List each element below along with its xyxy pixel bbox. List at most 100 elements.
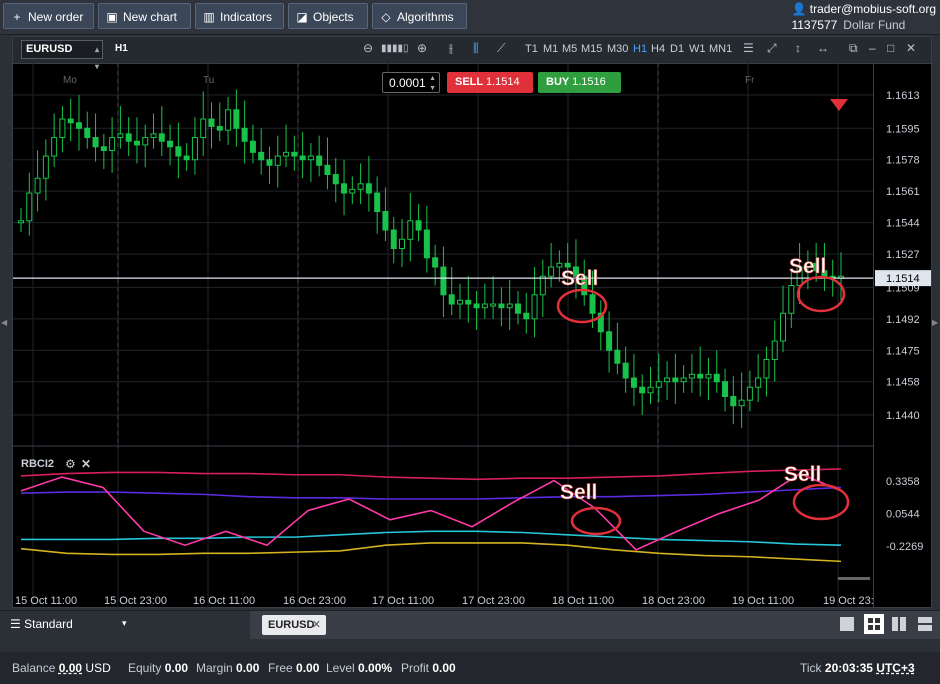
candle [92, 137, 99, 148]
layout-single-icon[interactable] [840, 617, 854, 631]
price-tick-label: 1.1595 [886, 123, 920, 135]
candle [506, 303, 513, 309]
zoom-out-icon[interactable]: ⊖ [363, 41, 373, 55]
close-tab-icon[interactable]: ✕ [312, 615, 321, 635]
left-collapse-icon[interactable]: ◀ [1, 318, 7, 327]
account-email: trader@mobius-soft.org [809, 2, 936, 16]
candle [730, 396, 737, 407]
chart-plot[interactable]: Mo Tu Fr RBCI2 ⚙ ✕ Sell Sell Sell Sell 15 Oct 11:0… [13, 63, 886, 608]
minimize-icon[interactable]: – [869, 41, 876, 55]
zoom-in-icon[interactable]: ⊕ [417, 41, 427, 55]
time-axis-label: 16 Oct 11:00 [193, 595, 255, 607]
time-axis-label: 17 Oct 23:00 [462, 595, 525, 607]
plus-icon: + [13, 10, 21, 24]
tf-d1[interactable]: D1 [670, 43, 684, 55]
tf-t1[interactable]: T1 [525, 43, 538, 55]
candle [614, 349, 621, 364]
tf-m15[interactable]: M15 [581, 43, 602, 55]
tf-h1[interactable]: H1 [633, 43, 647, 55]
candle [241, 127, 248, 142]
candle [59, 118, 66, 139]
line-chart-icon[interactable]: ⟋ [497, 41, 505, 56]
tf-mn1[interactable]: MN1 [709, 43, 732, 55]
candle [332, 174, 339, 185]
maximize-icon[interactable]: □ [887, 41, 894, 55]
right-collapse-icon[interactable]: ▶ [932, 318, 938, 327]
account-info[interactable]: 👤 trader@mobius-soft.org 1137577 Dollar F… [791, 2, 936, 32]
workspace-select[interactable]: ☰ Standard ▾ [10, 617, 127, 631]
time-axis-label: 16 Oct 23:00 [283, 595, 346, 607]
candle [390, 229, 397, 250]
sell-button[interactable]: SELL 1.1514 [447, 72, 533, 93]
candle [316, 155, 323, 166]
symbol-select[interactable]: EURUSD ▴ ▾ [21, 40, 103, 71]
candle [771, 340, 778, 361]
price-tick-label: 1.1578 [886, 155, 920, 167]
candle [672, 377, 679, 383]
fit-icon[interactable]: ⤢ [767, 41, 777, 56]
candle [274, 155, 281, 166]
layout-rows-icon[interactable] [918, 617, 932, 631]
candle [432, 257, 439, 268]
price-tick-label: 1.1613 [886, 90, 920, 102]
tf-m5[interactable]: M5 [562, 43, 577, 55]
candle [349, 188, 356, 194]
candle [465, 299, 472, 305]
price-tick-label: 1.1527 [886, 249, 920, 261]
vertical-scale-icon[interactable]: ↕ [795, 41, 801, 55]
scroll-handle [838, 577, 870, 580]
candle [365, 183, 372, 194]
account-id: 1137577 [791, 18, 838, 32]
objects-button[interactable]: ◪ Objects [288, 3, 368, 29]
candle [382, 211, 389, 231]
candle [42, 155, 49, 179]
layout-grid-icon[interactable] [864, 614, 884, 634]
chart-toolbar: EURUSD ▴ ▾ H1 ⊖ ▮▮▮▮▯ ⊕ ⫲ ⫼ ⟋ T1 M1 M5 M15… [13, 37, 931, 71]
time-axis-label: 17 Oct 11:00 [372, 595, 434, 607]
bars-icon: ▥ [203, 10, 215, 24]
price-axis[interactable]: 1.1613 1.1595 1.1578 1.1561 1.1544 1.1527 1.15… [873, 63, 932, 608]
layout-columns-icon[interactable] [892, 617, 906, 631]
close-icon[interactable]: ✕ [906, 41, 916, 55]
candle [705, 373, 712, 379]
candle [514, 303, 521, 314]
price-tick-label: 1.1561 [886, 186, 920, 198]
algorithms-button[interactable]: ◇ Algorithms [372, 3, 467, 29]
tf-h4[interactable]: H4 [651, 43, 665, 55]
lot-input[interactable]: 0.0001 ▲ ▼ [382, 72, 440, 93]
new-chart-button[interactable]: ▣ New chart [98, 3, 191, 29]
candle [216, 125, 223, 131]
tf-m30[interactable]: M30 [607, 43, 628, 55]
candle [531, 294, 538, 320]
close-indicator-icon: ✕ [81, 457, 91, 471]
free-margin: Free 0.00 [268, 661, 320, 675]
zoom-slider[interactable]: ▮▮▮▮▯ [381, 43, 409, 54]
candle [84, 127, 91, 139]
candle [142, 137, 149, 146]
chart-icon: ▣ [106, 10, 118, 24]
horizontal-scale-icon[interactable]: ↔ [817, 41, 829, 55]
chevron-down-icon: ▾ [122, 618, 127, 628]
candle [746, 386, 753, 401]
indicator-name: RBCI2 [21, 458, 54, 470]
candle-chart-icon[interactable]: ⫼ [473, 41, 479, 56]
tf-m1[interactable]: M1 [543, 43, 558, 55]
indicator-band-bottom [20, 542, 842, 563]
indicator-band-mid [20, 486, 842, 500]
candle [208, 118, 215, 127]
buy-button[interactable]: BUY 1.1516 [538, 72, 621, 93]
new-order-button[interactable]: + New order [3, 3, 94, 29]
bar-chart-icon[interactable]: ⫲ [449, 41, 453, 56]
tf-w1[interactable]: W1 [689, 43, 706, 55]
indicators-button[interactable]: ▥ Indicators [195, 3, 284, 29]
detach-icon[interactable]: ⧉ [849, 41, 858, 56]
candle [374, 192, 381, 213]
sell-annotation-label: Sell [561, 267, 598, 290]
time-axis-label: 15 Oct 11:00 [15, 595, 77, 607]
candle [341, 183, 348, 194]
chart-settings-icon[interactable]: ☰ [743, 41, 754, 55]
candle [200, 118, 207, 139]
tab-eurusd[interactable]: EURUSD ✕ [262, 615, 326, 635]
objects-icon: ◪ [296, 10, 308, 24]
timezone-select[interactable]: UTC+3 [876, 661, 914, 675]
